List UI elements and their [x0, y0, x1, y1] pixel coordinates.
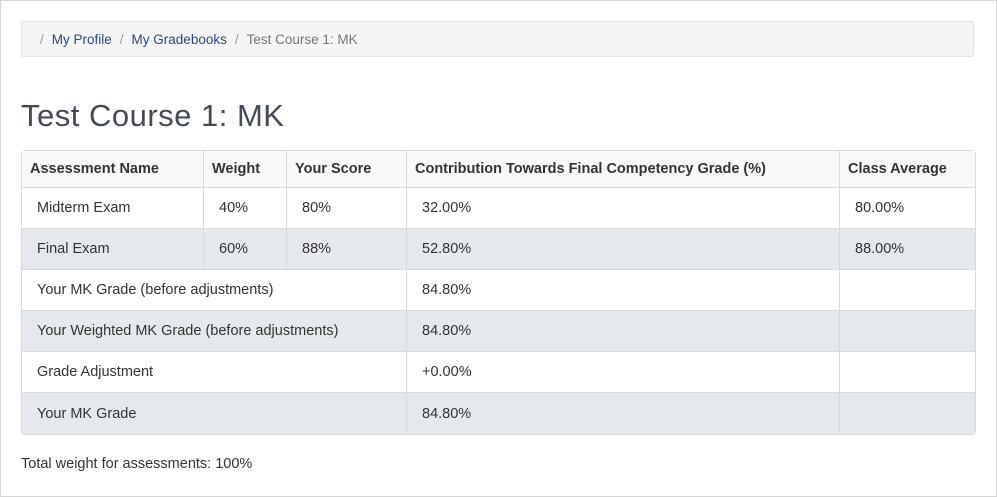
- class-average-cell: 80.00%: [840, 188, 975, 229]
- header-class-average: Class Average: [840, 151, 975, 188]
- breadcrumb-my-gradebooks-link[interactable]: My Gradebooks: [132, 32, 227, 47]
- weight-cell: 40%: [204, 188, 287, 229]
- class-average-cell: 88.00%: [840, 229, 975, 270]
- summary-empty-cell: [840, 311, 975, 352]
- score-cell: 80%: [287, 188, 407, 229]
- summary-value: 84.80%: [407, 311, 840, 352]
- summary-value: 84.80%: [407, 270, 840, 311]
- breadcrumb-my-profile-link[interactable]: My Profile: [52, 32, 112, 47]
- header-contribution: Contribution Towards Final Competency Gr…: [407, 151, 840, 188]
- header-assessment-name: Assessment Name: [22, 151, 204, 188]
- assessment-name-cell: Final Exam: [22, 229, 204, 270]
- summary-label: Grade Adjustment: [22, 352, 407, 393]
- summary-row: Your MK Grade 84.80%: [22, 393, 975, 434]
- table-header-row: Assessment Name Weight Your Score Contri…: [22, 151, 975, 188]
- summary-empty-cell: [840, 352, 975, 393]
- weight-cell: 60%: [204, 229, 287, 270]
- breadcrumb-current: Test Course 1: MK: [246, 31, 358, 47]
- score-cell: 88%: [287, 229, 407, 270]
- summary-value: +0.00%: [407, 352, 840, 393]
- summary-empty-cell: [840, 270, 975, 311]
- summary-row: Your Weighted MK Grade (before adjustmen…: [22, 311, 975, 352]
- contribution-cell: 32.00%: [407, 188, 840, 229]
- breadcrumb-separator: /: [119, 31, 124, 47]
- table-row: Final Exam 60% 88% 52.80% 88.00%: [22, 229, 975, 270]
- table-row: Midterm Exam 40% 80% 32.00% 80.00%: [22, 188, 975, 229]
- summary-label: Your Weighted MK Grade (before adjustmen…: [22, 311, 407, 352]
- summary-label: Your MK Grade (before adjustments): [22, 270, 407, 311]
- breadcrumb-separator: /: [40, 31, 44, 47]
- header-your-score: Your Score: [287, 151, 407, 188]
- summary-row: Your MK Grade (before adjustments) 84.80…: [22, 270, 975, 311]
- contribution-cell: 52.80%: [407, 229, 840, 270]
- summary-value: 84.80%: [407, 393, 840, 434]
- page-title: Test Course 1: MK: [21, 98, 285, 133]
- breadcrumb-separator: /: [234, 31, 239, 47]
- header-weight: Weight: [204, 151, 287, 188]
- summary-label: Your MK Grade: [22, 393, 407, 434]
- summary-empty-cell: [840, 393, 975, 434]
- assessment-name-cell: Midterm Exam: [22, 188, 204, 229]
- breadcrumb: / My Profile / My Gradebooks / Test Cour…: [21, 21, 974, 57]
- total-weight-text: Total weight for assessments: 100%: [21, 456, 253, 472]
- summary-row: Grade Adjustment +0.00%: [22, 352, 975, 393]
- grades-table: Assessment Name Weight Your Score Contri…: [21, 150, 976, 435]
